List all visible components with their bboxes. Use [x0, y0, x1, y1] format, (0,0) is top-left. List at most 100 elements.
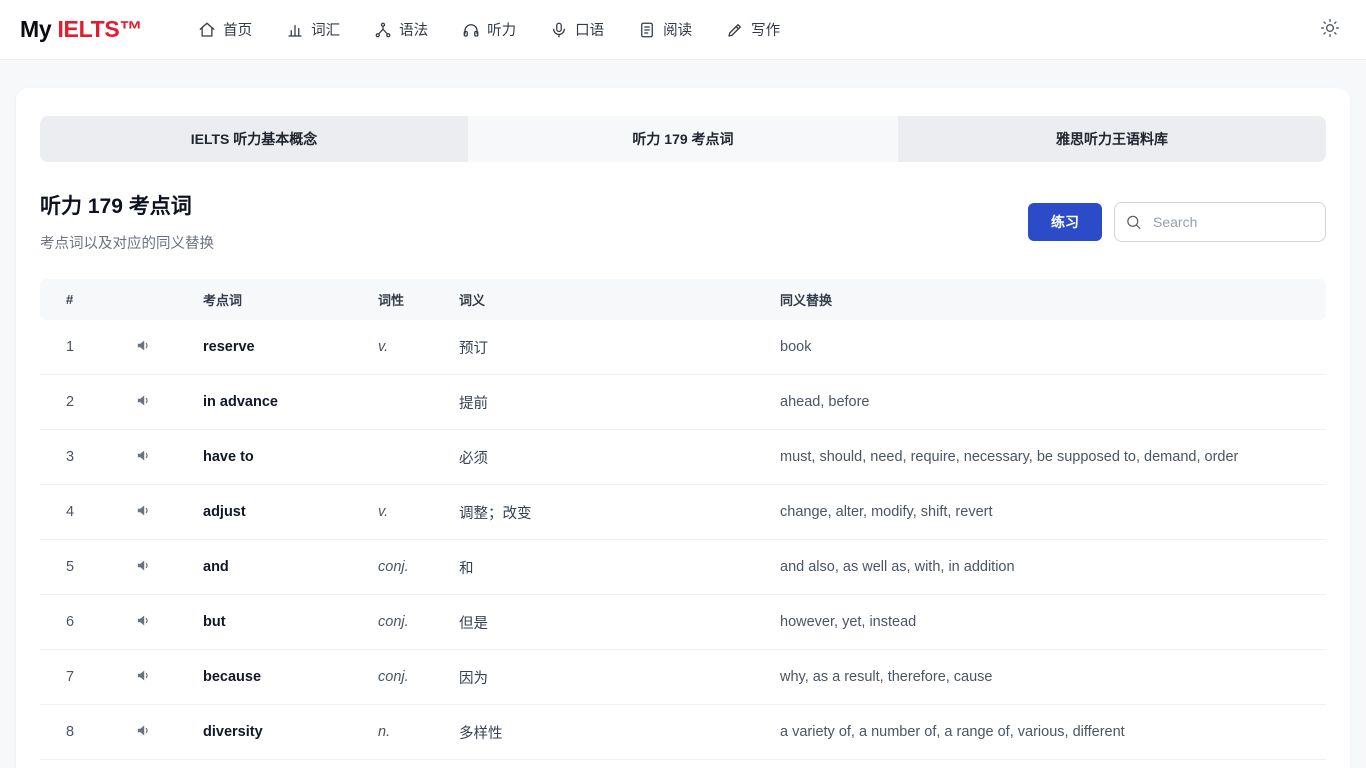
- audio-button[interactable]: [135, 557, 152, 574]
- table-row: 7 because conj. 因为 why, as a result, therefo…: [40, 649, 1326, 705]
- home-icon: [198, 21, 216, 39]
- column-header: #: [40, 279, 100, 320]
- nav-item-writing[interactable]: 写作: [726, 19, 780, 40]
- speaker-icon: [135, 557, 152, 574]
- row-number: 3: [40, 429, 100, 485]
- word-table: # 考点词 词性 词义 同义替换 1 reserve v. 预订 book 2 in advance…: [40, 279, 1326, 768]
- audio-button[interactable]: [135, 612, 152, 629]
- speaker-icon: [135, 502, 152, 519]
- pos-cell: [378, 429, 459, 485]
- row-number: 6: [40, 594, 100, 650]
- meaning-cell: 费用；花销: [459, 759, 780, 768]
- meaning-cell: 但是: [459, 594, 780, 650]
- synonyms-cell: expense, cost, how much, budget, afford,…: [780, 759, 1326, 768]
- speaker-icon: [135, 667, 152, 684]
- grammar-icon: [374, 21, 392, 39]
- nav-item-vocabulary[interactable]: 词汇: [286, 19, 340, 40]
- section-header: 听力 179 考点词 考点词以及对应的同义替换 练习: [40, 190, 1326, 253]
- table-row: 9 feen.费用；花销expense, cost, how much, budg…: [40, 759, 1326, 768]
- tab-2[interactable]: 雅思听力王语料库: [897, 116, 1326, 162]
- word-table-head: # 考点词 词性 词义 同义替换: [40, 279, 1326, 320]
- tab-1[interactable]: 听力 179 考点词: [468, 116, 897, 162]
- nav-item-speaking[interactable]: 口语: [550, 19, 604, 40]
- page-subtitle: 考点词以及对应的同义替换: [40, 236, 214, 252]
- row-number: 8: [40, 704, 100, 760]
- word-cell: diversity: [203, 704, 378, 760]
- row-number: 4: [40, 484, 100, 540]
- pos-cell: conj.: [378, 649, 459, 705]
- meaning-cell: 和: [459, 539, 780, 595]
- pos-cell: conj.: [378, 539, 459, 595]
- audio-button[interactable]: [135, 667, 152, 684]
- table-row: 3 have to 必须 must, should, need, require, n…: [40, 429, 1326, 485]
- app-logo: My IELTS™: [20, 16, 142, 43]
- row-number: 7: [40, 649, 100, 705]
- column-header: 考点词: [203, 279, 378, 320]
- synonyms-cell: book: [780, 320, 1326, 375]
- synonyms-cell: and also, as well as, with, in addition: [780, 539, 1326, 595]
- column-header: 词义: [459, 279, 780, 320]
- synonyms-cell: why, as a result, therefore, cause: [780, 649, 1326, 705]
- speaking-icon: [550, 21, 568, 39]
- top-bar: My IELTS™ 首页 词汇 语法 听力 口语 阅读 写作: [0, 0, 1366, 60]
- row-number: 9: [40, 759, 100, 768]
- vocabulary-icon: [286, 21, 304, 39]
- table-row: 5 and conj. 和 and also, as well as, with, in…: [40, 539, 1326, 595]
- search-box: [1114, 201, 1326, 242]
- reading-icon: [638, 21, 656, 39]
- nav-item-home[interactable]: 首页: [198, 19, 252, 40]
- column-header: 同义替换: [780, 279, 1326, 320]
- audio-button[interactable]: [135, 392, 152, 409]
- pos-cell: v.: [378, 484, 459, 540]
- speaker-icon: [135, 337, 152, 354]
- meaning-cell: 预订: [459, 320, 780, 375]
- synonyms-cell: however, yet, instead: [780, 594, 1326, 650]
- meaning-cell: 多样性: [459, 704, 780, 760]
- table-row: 4 adjust v. 调整；改变 change, alter, modify, shi…: [40, 484, 1326, 540]
- logo-prefix: My: [20, 16, 52, 42]
- theme-toggle-button[interactable]: [1314, 12, 1346, 47]
- main-nav: 首页 词汇 语法 听力 口语 阅读 写作: [198, 19, 780, 40]
- logo-suffix: IELTS™: [57, 16, 143, 42]
- synonyms-cell: ahead, before: [780, 374, 1326, 430]
- nav-item-label: 首页: [223, 23, 253, 39]
- nav-item-label: 写作: [751, 23, 781, 39]
- speaker-icon: [135, 722, 152, 739]
- row-number: 1: [40, 320, 100, 375]
- tab-bar: IELTS 听力基本概念 听力 179 考点词 雅思听力王语料库: [40, 116, 1326, 162]
- writing-icon: [726, 21, 744, 39]
- sun-icon: [1320, 18, 1340, 38]
- speaker-icon: [135, 392, 152, 409]
- nav-item-grammar[interactable]: 语法: [374, 19, 428, 40]
- speaker-icon: [135, 447, 152, 464]
- practice-button[interactable]: 练习: [1028, 202, 1102, 241]
- meaning-cell: 因为: [459, 649, 780, 705]
- word-cell: fee: [203, 759, 378, 768]
- pos-cell: conj.: [378, 594, 459, 650]
- listening-icon: [462, 21, 480, 39]
- word-cell: have to: [203, 429, 378, 485]
- tab-0[interactable]: IELTS 听力基本概念: [40, 116, 468, 162]
- audio-button[interactable]: [135, 337, 152, 354]
- audio-button[interactable]: [135, 447, 152, 464]
- nav-item-label: 口语: [575, 23, 605, 39]
- nav-item-label: 语法: [399, 23, 429, 39]
- search-input[interactable]: [1114, 201, 1326, 242]
- word-cell: but: [203, 594, 378, 650]
- speaker-icon: [135, 612, 152, 629]
- audio-button[interactable]: [135, 722, 152, 739]
- audio-button[interactable]: [135, 502, 152, 519]
- word-cell: in advance: [203, 374, 378, 430]
- pos-cell: n.: [378, 704, 459, 760]
- table-header-row: # 考点词 词性 词义 同义替换: [40, 279, 1326, 320]
- section-actions: 练习: [1028, 201, 1326, 242]
- table-row: 6 but conj. 但是 however, yet, instead: [40, 594, 1326, 650]
- page-title: 听力 179 考点词: [40, 195, 192, 218]
- nav-item-reading[interactable]: 阅读: [638, 19, 692, 40]
- search-icon: [1125, 213, 1142, 230]
- nav-item-label: 阅读: [663, 23, 693, 39]
- pos-cell: v.: [378, 320, 459, 375]
- nav-item-label: 听力: [487, 23, 517, 39]
- nav-item-listening[interactable]: 听力: [462, 19, 516, 40]
- meaning-cell: 调整；改变: [459, 484, 780, 540]
